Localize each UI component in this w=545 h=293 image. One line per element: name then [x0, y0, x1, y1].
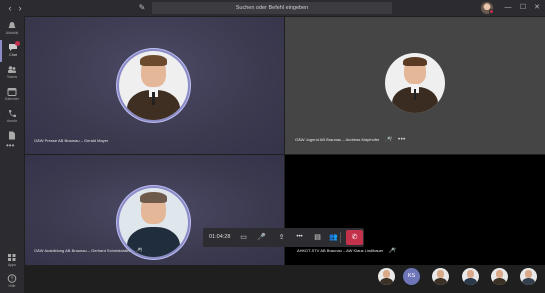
body [463, 277, 478, 285]
rail-item-teams[interactable]: Teams [0, 62, 24, 84]
rail-item-activity[interactable]: Aktivität [0, 18, 24, 40]
apps-icon [8, 254, 16, 261]
face [437, 270, 444, 278]
participant-name: OÄW Jugend AB Braunau – Andreas Mayrhofe… [295, 137, 406, 143]
participant-initials[interactable]: KS [403, 268, 420, 285]
teams-window: ‹ › ✎ Suchen oder Befehl eingeben — ☐ ✕ … [0, 0, 545, 293]
svg-text:?: ? [11, 276, 14, 282]
maximize-icon[interactable]: ☐ [517, 2, 529, 14]
participant-name: AHKDT-STV AB Braunau – AW Klaus Lindlbau… [297, 248, 395, 254]
participant-thumbnail[interactable] [462, 268, 479, 285]
face [525, 270, 532, 278]
participant-name-text: OÄW Presse AB Braunau – Gerald Mayer [34, 138, 109, 143]
rail-label: Aktivität [5, 31, 19, 35]
compose-icon[interactable]: ✎ [136, 2, 148, 14]
files-icon [9, 131, 15, 140]
body [521, 277, 536, 285]
participants-icon[interactable]: 👥 [327, 231, 340, 244]
rail-item-calls[interactable]: Anrufe [0, 106, 24, 128]
video-tile[interactable]: OÄW Jugend AB Braunau – Andreas Mayrhofe… [285, 17, 545, 154]
rail-label: Apps [8, 263, 16, 267]
more-apps-icon[interactable]: ••• [6, 141, 14, 150]
rail-label: Hilfe [8, 284, 16, 288]
close-icon[interactable]: ✕ [531, 2, 543, 14]
rail-label: Teams [6, 75, 18, 79]
participant-name-text: OÄW Ausbildung AB Braunau – Gerhard Schm… [34, 248, 131, 253]
participant-strip: KS [376, 265, 545, 293]
participant-thumbnail[interactable] [520, 268, 537, 285]
face [383, 270, 390, 278]
call-controls: 01:04:28 ▭ 🎤 ⇪ ••• ▤ 👥 ✆ [203, 228, 364, 247]
participant-name-text: OÄW Jugend AB Braunau – Andreas Mayrhofe… [295, 137, 380, 142]
hang-up-button[interactable]: ✆ [346, 230, 363, 245]
hair [139, 55, 168, 67]
more-actions-icon[interactable]: ••• [293, 231, 306, 244]
minimize-icon[interactable]: — [502, 2, 514, 14]
rail-label: Chat [9, 53, 17, 57]
body [492, 277, 507, 285]
title-bar: ‹ › ✎ Suchen oder Befehl eingeben — ☐ ✕ [0, 0, 545, 16]
video-tile[interactable]: AHKDT-STV AB Braunau – AW Klaus Lindlbau… [285, 155, 545, 265]
search-input[interactable]: Suchen oder Befehl eingeben [152, 2, 392, 14]
participant-name-text: AHKDT-STV AB Braunau – AW Klaus Lindlbau… [297, 248, 384, 253]
mic-muted-icon: 🎤̸ [388, 248, 395, 254]
rail-item-apps[interactable]: Apps [0, 250, 24, 272]
body [433, 277, 448, 285]
forward-arrow-icon[interactable]: › [14, 2, 26, 14]
mic-icon[interactable]: 🎤 [255, 231, 268, 244]
participant-avatar [385, 53, 445, 113]
mic-muted-icon: 🎤̸ [135, 248, 142, 254]
rail-item-calendar[interactable]: Kalender [0, 84, 24, 106]
bell-icon [8, 22, 16, 28]
call-timer: 01:04:28 [209, 234, 231, 240]
more-options-icon[interactable]: ••• [398, 137, 406, 143]
phone-icon [9, 110, 16, 117]
participant-name: OÄW Ausbildung AB Braunau – Gerhard Schm… [34, 248, 141, 254]
video-off-icon[interactable]: ▭ [237, 231, 250, 244]
rail-item-help[interactable]: ? Hilfe [0, 271, 24, 293]
tie [152, 92, 155, 105]
video-tile[interactable]: OÄW Ausbildung AB Braunau – Gerhard Schm… [25, 155, 284, 265]
face [467, 270, 474, 278]
rail-item-chat[interactable]: Chat [0, 40, 24, 62]
status-badge [489, 9, 494, 14]
rail-label: Kalender [4, 97, 19, 101]
hair [403, 56, 427, 67]
participant-name: OÄW Presse AB Braunau – Gerald Mayer [34, 138, 108, 143]
help-icon: ? [7, 274, 17, 283]
hair [139, 192, 168, 204]
notification-badge [15, 41, 20, 46]
calendar-icon [7, 88, 17, 96]
participant-thumbnail[interactable] [491, 268, 508, 285]
divider [340, 232, 341, 243]
participant-thumbnail[interactable] [432, 268, 449, 285]
participant-thumbnail[interactable] [378, 268, 395, 285]
mic-muted-icon: 🎤̸ [384, 137, 391, 143]
participant-avatar [119, 188, 188, 257]
app-rail: Aktivität Chat Teams Kalender Anrufe •••… [0, 16, 24, 293]
share-screen-icon[interactable]: ⇪ [275, 231, 288, 244]
video-tile[interactable]: OÄW Presse AB Braunau – Gerald Mayer [25, 17, 284, 154]
chat-icon[interactable]: ▤ [311, 231, 324, 244]
rail-item-files[interactable] [0, 128, 24, 140]
tie [413, 89, 417, 100]
teams-icon [8, 66, 16, 73]
face [496, 270, 503, 278]
rail-label: Anrufe [6, 119, 18, 123]
participant-avatar [119, 51, 188, 120]
body [379, 277, 394, 285]
